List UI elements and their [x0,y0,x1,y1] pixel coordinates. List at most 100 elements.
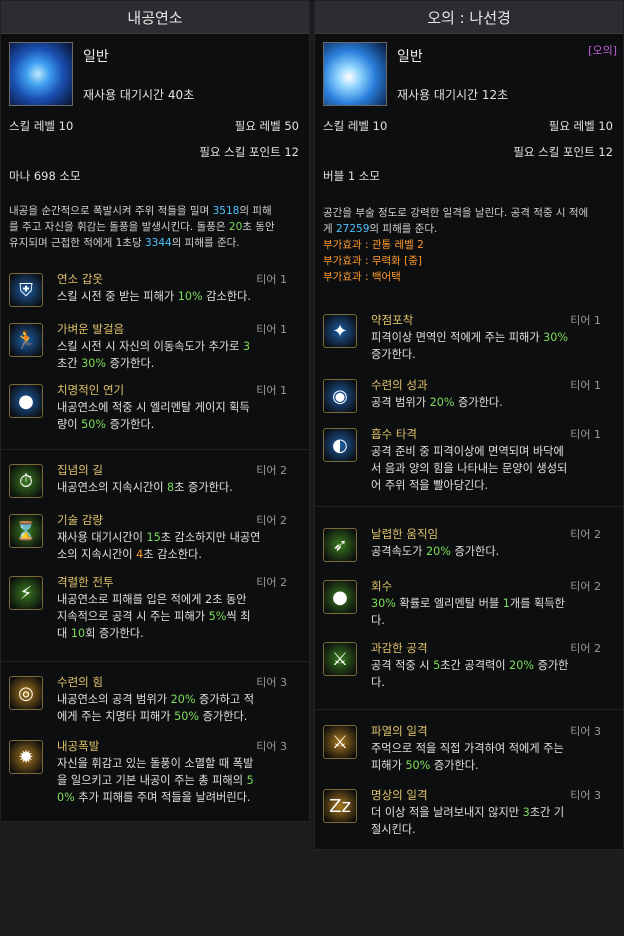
text-segment: 의 피해 [239,205,272,217]
tripod-name: 과감한 공격 [371,641,428,655]
text-segment: 확률로 엘리멘탈 버블 [395,597,503,610]
tripod-tier: 티어 1 [256,384,287,397]
tripod-name: 기술 감량 [57,513,103,527]
text-line: 공격 적중 시 5초간 공격력이 20% 증가한 [371,657,599,674]
highlighted-value: 15 [146,531,161,544]
text-line: 피격이상 면역인 적에게 주는 피해가 30% [371,329,599,346]
tripod-name: 회수 [371,579,393,593]
text-line: 주먹으로 적을 직접 가격하여 적에게 주는 [371,740,599,757]
text-segment: 감소한다. [202,290,251,303]
tripod-tier: 티어 3 [570,725,601,738]
skill-description: 내공을 순간적으로 폭발시켜 주위 적들을 밀며 3518의 피해를 주고 자신… [9,203,275,251]
text-segment: 에게 주는 치명타 피해가 [57,710,175,723]
cooldown-text: 재사용 대기시간 40초 [83,88,195,102]
text-line: 내공연소의 지속시간이 8초 증가한다. [57,479,285,496]
tripod-description: 공격 범위가 20% 증가한다. [371,394,599,411]
tripod-description: 공격속도가 20% 증가한다. [371,543,599,560]
highlighted-value: 부가효과 : 무력화 [중] [323,255,423,267]
skill-grade: 일반 [397,49,423,65]
cooldown-text: 재사용 대기시간 12초 [397,88,509,102]
text-segment: 증가한다. [430,759,479,772]
text-line: 서 음과 양의 힘을 나타내는 문양이 생성되 [371,460,599,477]
tripod-name: 날렵한 움직임 [371,527,439,541]
text-segment: 증가한 [534,659,569,672]
text-line: 내공연소로 피해를 입은 적에게 2초 동안 [57,591,285,608]
text-segment: 초 감소한다. [143,548,202,561]
tripod-tier: 티어 1 [570,428,601,441]
tripod-tier: 티어 1 [256,323,287,336]
text-line: 자신을 휘감고 있는 돌풍이 소멸할 때 폭발 [57,755,285,772]
text-segment: 증가한다. [450,545,500,558]
tripod-description: 공격 준비 중 피격이상에 면역되며 바닥에서 음과 양의 힘을 나타내는 문양… [371,443,599,494]
tripod-8: ✹ 내공폭발 티어 3 자신을 휘감고 있는 돌풍이 소멸할 때 폭발 을 일으키고 기… [1,738,309,804]
text-line: 내공을 순간적으로 폭발시켜 주위 적들을 밀며 3518의 피해 [9,203,275,219]
tier-divider [1,661,309,662]
tripod-icon: ⚔ [323,725,357,759]
required-points: 필요 스킬 포인트 12 [513,145,613,159]
text-segment: 공격 적중 시 [371,659,434,672]
highlighted-value: 30% [81,357,107,370]
text-segment: 게 [323,223,336,235]
highlighted-value: 20% [429,396,455,409]
tripod-description: 자신을 휘감고 있는 돌풍이 소멸할 때 폭발 을 일으키고 기본 내공이 주는 … [57,755,285,806]
tier-divider [1,449,309,450]
highlighted-value: 20% [170,693,196,706]
text-line: 부가효과 : 관통 레벨 2 [323,237,588,253]
skill-title: 내공연소 [1,1,309,34]
text-line: 공격 준비 중 피격이상에 면역되며 바닥에 [371,443,599,460]
tripod-icon: ➶ [323,528,357,562]
tripod-6: ⚔ 과감한 공격 티어 2 공격 적중 시 5초간 공격력이 20% 증가한 다. [315,640,623,700]
tripod-description: 주먹으로 적을 직접 가격하여 적에게 주는 피해가 50% 증가한다. [371,740,599,774]
tripod-name: 파열의 일격 [371,724,428,738]
text-line: 0% 추가 피해를 주며 적들을 날려버린다. [57,789,285,806]
text-line: 더 이상 적을 날려보내지 않지만 3초간 기 [371,804,599,821]
text-segment: 를 주고 자신을 휘감는 돌풍을 발생시킨다. 돌풍은 [9,221,229,233]
text-segment: 유지되며 근접한 적에게 1초당 [9,237,145,249]
text-segment: 증가한다. [454,396,503,409]
text-segment: 지속적으로 공격 시 주는 피해가 [57,610,209,623]
tier-divider [315,709,623,710]
highlighted-value: 30% [371,597,396,610]
text-segment: 회 증가한다. [85,627,144,640]
text-segment: 내공연소로 피해를 입은 적에게 2초 동안 [57,593,247,606]
tripod-icon: Zz [323,789,357,823]
tripod-1: ✦ 약점포착 티어 1 피격이상 면역인 적에게 주는 피해가 30% 증가한다. [315,312,623,372]
text-segment: 의 피해를 준다. [171,237,240,249]
text-line: 소의 지속시간이 4초 감소한다. [57,546,285,563]
tripod-tier: 티어 2 [256,576,287,589]
tripod-description: 30% 확률로 엘리멘탈 버블 1개를 획득한 다. [371,595,599,629]
text-segment: 초 동안 [242,221,275,233]
text-segment: 재사용 대기시간이 [57,531,147,544]
skill-level: 스킬 레벨 10 [323,119,388,133]
text-segment: 어 주위 적을 빨아당긴다. [371,479,489,492]
highlighted-value: 5 [246,774,254,787]
tripod-icon: ⌛ [9,514,43,548]
tripod-icon: ● [323,580,357,614]
text-segment: 증가하고 적 [195,693,255,706]
tripod-description: 피격이상 면역인 적에게 주는 피해가 30% 증가한다. [371,329,599,363]
tripod-tier: 티어 2 [570,580,601,593]
highlighted-value: 50% [174,710,200,723]
tripod-tier: 티어 1 [570,379,601,392]
text-line: 유지되며 근접한 적에게 1초당 3344의 피해를 준다. [9,235,275,251]
text-segment: 스킬 시전 중 받는 피해가 [57,290,178,303]
text-line: 재사용 대기시간이 15초 감소하지만 내공연 [57,529,285,546]
text-line: 초간 30% 증가한다. [57,355,285,372]
text-segment: 초간 공격력이 [440,659,510,672]
text-segment: 주먹으로 적을 직접 가격하여 적에게 주는 [371,742,564,755]
text-segment: 초 감소하지만 내공연 [160,531,261,544]
text-line: 부가효과 : 무력화 [중] [323,253,588,269]
tripod-3: ◐ 흡수 타격 티어 1 공격 준비 중 피격이상에 면역되며 바닥에 서 음과 양의 … [315,426,623,492]
tripod-name: 내공폭발 [57,739,100,753]
cost-text: 마나 698 소모 [9,169,81,183]
text-line: 게 27259의 피해를 준다. [323,221,588,237]
text-segment: 공격 준비 중 피격이상에 면역되며 바닥에 [371,445,564,458]
highlighted-value: 20% [509,659,535,672]
text-segment: 절시킨다. [371,823,416,836]
text-segment: 초간 [57,357,82,370]
tripod-6: ⚡ 격렬한 전투 티어 2 내공연소로 피해를 입은 적에게 2초 동안 지속적으로 공… [1,574,309,640]
text-segment: 추가 피해를 주며 적들을 날려버린다. [74,791,251,804]
text-segment: 스킬 시전 시 자신의 이동속도가 추가로 [57,340,244,353]
tripod-name: 가벼운 발걸음 [57,322,125,336]
tripod-name: 명상의 일격 [371,788,428,802]
